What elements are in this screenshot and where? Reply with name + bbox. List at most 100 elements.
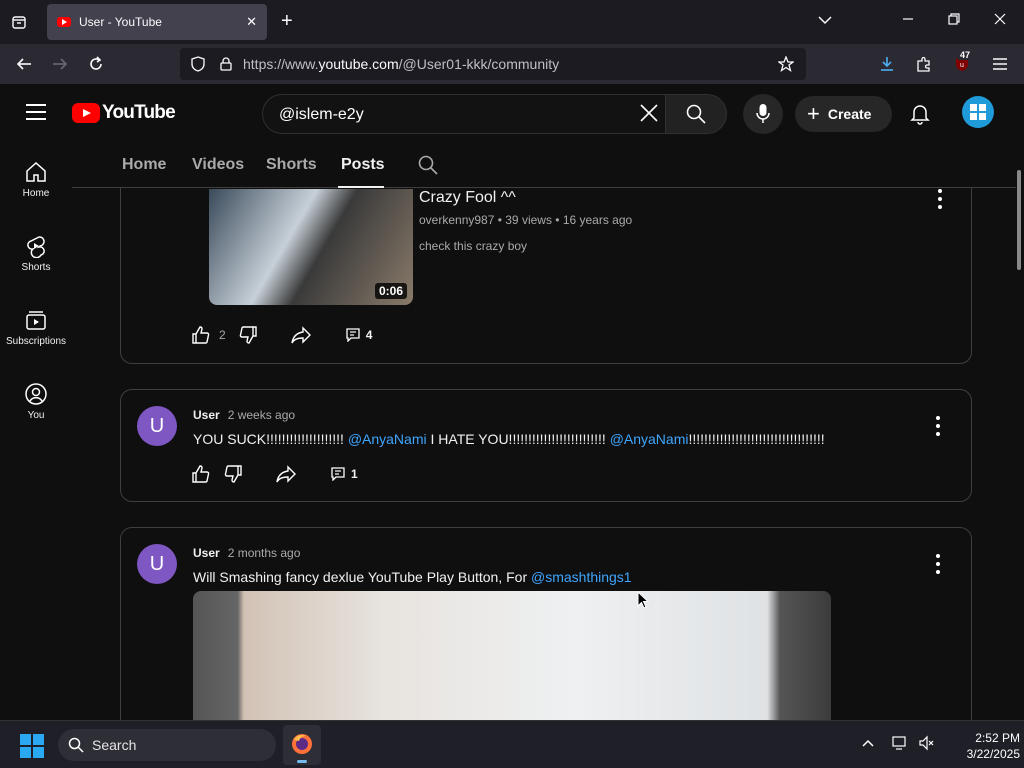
- home-icon: [24, 160, 48, 184]
- video-thumbnail[interactable]: 0:06: [209, 189, 413, 305]
- channel-tabs: Home Videos Shorts Posts: [72, 142, 1016, 188]
- tray-overflow-chevron-icon[interactable]: [862, 735, 874, 751]
- reload-icon[interactable]: [86, 54, 106, 74]
- network-icon[interactable]: [892, 735, 908, 754]
- plus-icon: +: [807, 101, 820, 126]
- search-input[interactable]: @islem-e2y: [262, 94, 666, 134]
- thumbs-down-icon: [224, 465, 242, 483]
- video-title[interactable]: Crazy Fool ^^: [419, 189, 516, 207]
- window-close-icon[interactable]: [994, 12, 1006, 28]
- create-button[interactable]: + Create: [795, 96, 892, 132]
- post-menu-icon[interactable]: [935, 416, 941, 436]
- channel-search-icon[interactable]: [418, 155, 438, 180]
- post-text-part: !!!!!!!!!!!!!!!!!!!!!!!!!!!!!!!!!!!: [688, 431, 825, 447]
- post-author[interactable]: User: [193, 408, 220, 422]
- bookmark-star-icon[interactable]: [776, 54, 796, 74]
- restore-icon[interactable]: [948, 12, 960, 28]
- lock-icon[interactable]: [216, 54, 236, 74]
- thumbs-up-icon: [192, 465, 210, 483]
- post-menu-icon[interactable]: [937, 189, 943, 209]
- posts-feed: 0:06 Crazy Fool ^^ overkenny987 • 39 vie…: [0, 188, 1016, 720]
- tab-home[interactable]: Home: [122, 156, 166, 174]
- author-avatar[interactable]: U: [137, 406, 177, 446]
- firefox-taskbar-button[interactable]: [283, 725, 321, 765]
- youtube-masthead: YouTube @islem-e2y + Create: [0, 84, 1024, 142]
- youtube-play-icon: [72, 103, 100, 123]
- volume-muted-icon[interactable]: [918, 735, 934, 754]
- guide-menu-icon[interactable]: [26, 104, 46, 120]
- search-icon: [686, 104, 706, 124]
- chevron-down-icon[interactable]: [818, 12, 832, 28]
- comment-icon: [331, 467, 345, 481]
- dislike-button[interactable]: [238, 325, 258, 345]
- comments-button[interactable]: 1: [331, 467, 358, 481]
- comments-button[interactable]: 4: [346, 328, 373, 342]
- post-card: U User 2 weeks ago YOU SUCK!!!!!!!!!!!!!!…: [120, 389, 972, 502]
- search-button[interactable]: [665, 94, 727, 134]
- taskbar-search[interactable]: Search: [58, 729, 276, 761]
- back-arrow-icon[interactable]: [14, 54, 34, 74]
- post-text-part: YOU SUCK!!!!!!!!!!!!!!!!!!!!: [193, 431, 348, 447]
- thumbs-down-icon: [239, 326, 257, 344]
- author-avatar[interactable]: U: [137, 544, 177, 584]
- post-card: 0:06 Crazy Fool ^^ overkenny987 • 39 vie…: [120, 188, 972, 364]
- new-tab-icon[interactable]: +: [281, 10, 293, 33]
- like-button[interactable]: 2: [191, 325, 226, 345]
- post-menu-icon[interactable]: [935, 554, 941, 574]
- mouse-cursor-icon: [637, 590, 650, 614]
- post-time[interactable]: 2 weeks ago: [228, 408, 295, 422]
- tab-title: User - YouTube: [79, 15, 162, 29]
- comment-icon: [346, 328, 360, 342]
- shield-icon[interactable]: [188, 54, 208, 74]
- post-text: YOU SUCK!!!!!!!!!!!!!!!!!!!! @AnyaNami I…: [193, 431, 825, 447]
- voice-search-button[interactable]: [743, 94, 783, 134]
- tab-shorts[interactable]: Shorts: [266, 156, 317, 174]
- active-app-indicator: [297, 760, 307, 763]
- post-image[interactable]: [193, 591, 831, 720]
- post-author-line: User 2 weeks ago: [193, 408, 295, 422]
- app-menu-icon[interactable]: [990, 54, 1010, 74]
- search-value: @islem-e2y: [279, 106, 364, 123]
- windows-start-icon[interactable]: [20, 734, 44, 758]
- mention-link[interactable]: @AnyaNami: [610, 431, 689, 447]
- clear-search-icon[interactable]: [639, 103, 659, 129]
- page-scrollbar[interactable]: [1017, 170, 1021, 270]
- minimize-icon[interactable]: [902, 12, 914, 28]
- dislike-button[interactable]: [223, 464, 243, 484]
- active-tab-indicator: [338, 186, 384, 188]
- extensions-puzzle-icon[interactable]: [914, 54, 934, 74]
- notifications-bell-icon[interactable]: [908, 101, 932, 125]
- share-button[interactable]: [275, 464, 297, 484]
- windows-taskbar: Search 2:52 PM 3/22/2025: [0, 720, 1024, 768]
- thumbs-up-icon: [192, 326, 210, 344]
- mention-link[interactable]: @AnyaNami: [348, 431, 427, 447]
- url-text[interactable]: https://www.youtube.com/@User01-kkk/comm…: [243, 56, 559, 72]
- youtube-logo[interactable]: YouTube: [72, 102, 176, 124]
- share-button[interactable]: [290, 325, 312, 345]
- video-description: check this crazy boy: [419, 239, 528, 253]
- post-text: Will Smashing fancy dexlue YouTube Play …: [193, 569, 632, 585]
- post-author[interactable]: User: [193, 546, 220, 560]
- post-text-part: Will Smashing fancy dexlue YouTube Play …: [193, 569, 531, 585]
- mention-link[interactable]: @smashthings1: [531, 569, 632, 585]
- browser-tab-active[interactable]: User - YouTube ✕: [47, 4, 267, 40]
- download-icon[interactable]: [877, 54, 897, 74]
- firefox-icon: [292, 734, 312, 754]
- tab-close-icon[interactable]: ✕: [246, 14, 257, 30]
- account-avatar[interactable]: [962, 96, 994, 128]
- svg-text:u: u: [960, 62, 964, 69]
- address-bar[interactable]: https://www.youtube.com/@User01-kkk/comm…: [180, 48, 806, 80]
- microphone-icon: [756, 104, 770, 123]
- create-label: Create: [827, 106, 872, 122]
- like-button[interactable]: [191, 464, 211, 484]
- tab-posts[interactable]: Posts: [341, 156, 385, 174]
- tab-list-icon[interactable]: [8, 11, 30, 33]
- tab-videos[interactable]: Videos: [192, 156, 244, 174]
- comment-count: 4: [365, 328, 373, 342]
- forward-arrow-icon[interactable]: [50, 54, 70, 74]
- share-icon: [276, 465, 296, 483]
- video-meta: overkenny987 • 39 views • 16 years ago: [419, 213, 633, 227]
- youtube-wordmark: YouTube: [102, 102, 176, 123]
- system-clock[interactable]: 2:52 PM 3/22/2025: [940, 730, 1020, 762]
- post-time[interactable]: 2 months ago: [228, 546, 301, 560]
